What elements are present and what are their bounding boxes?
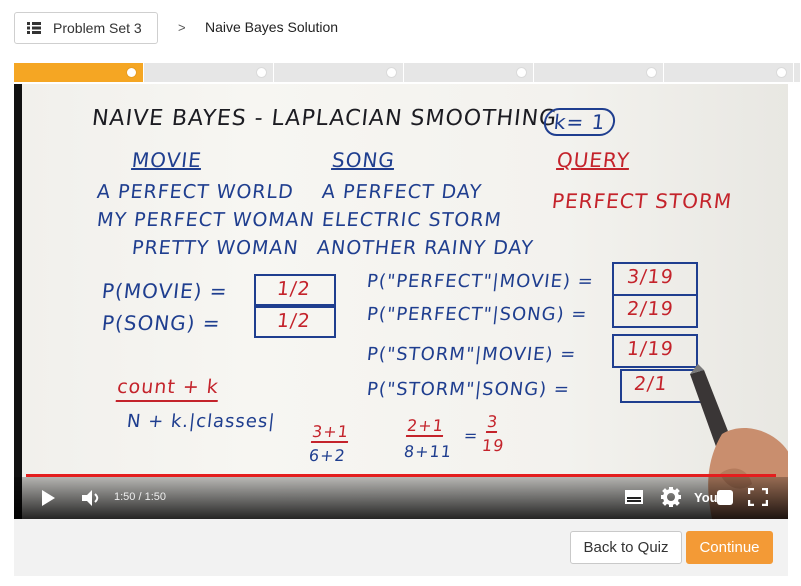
- board-calc1-num: 3+1: [310, 422, 350, 443]
- video-scrubber[interactable]: [26, 474, 776, 477]
- progress-segment-6[interactable]: [664, 63, 794, 82]
- whiteboard-frame: NAIVE BAYES - LAPLACIAN SMOOTHING k= 1 M…: [22, 84, 788, 519]
- board-col-song: SONG: [330, 148, 397, 172]
- svg-text:You: You: [694, 490, 718, 505]
- board-p4: P("STORM"|SONG) =: [365, 379, 572, 400]
- menu-label: Problem Set 3: [53, 20, 142, 36]
- board-movie-2: MY PERFECT WOMAN: [95, 209, 317, 231]
- fullscreen-icon[interactable]: [748, 488, 768, 506]
- board-calc2-num: 2+1: [405, 416, 445, 437]
- progress-segment-3[interactable]: [274, 63, 404, 82]
- settings-gear-icon[interactable]: [661, 487, 681, 507]
- board-song-3: ANOTHER RAINY DAY: [315, 237, 535, 259]
- continue-button[interactable]: Continue: [686, 531, 773, 564]
- board-p2-val: 2/19: [625, 298, 675, 320]
- progress-dot: [127, 68, 136, 77]
- board-calc2-den: 8+11: [403, 442, 453, 461]
- video-time: 1:50 / 1:50: [114, 491, 166, 503]
- board-calc2-res-num: 3: [485, 412, 500, 433]
- footer-bar: Back to Quiz Continue: [14, 519, 788, 576]
- captions-icon[interactable]: [625, 490, 643, 504]
- progress-segment-2[interactable]: [144, 63, 274, 82]
- board-p-movie-val: 1/2: [275, 278, 312, 300]
- problem-set-menu-button[interactable]: Problem Set 3: [14, 12, 158, 44]
- progress-dot: [387, 68, 396, 77]
- board-p-movie: P(MOVIE) =: [100, 279, 229, 303]
- board-p-song: P(SONG) =: [100, 311, 222, 335]
- page-title: Naive Bayes Solution: [205, 19, 339, 35]
- lesson-progress-bar: [14, 63, 800, 82]
- board-col-movie: MOVIE: [130, 148, 204, 172]
- board-col-query: QUERY: [555, 148, 632, 172]
- breadcrumb-separator: >: [178, 20, 186, 35]
- progress-dot: [257, 68, 266, 77]
- back-to-quiz-button[interactable]: Back to Quiz: [570, 531, 682, 564]
- progress-dot: [777, 68, 786, 77]
- progress-tail: [794, 63, 800, 82]
- board-calc2-eq: =: [463, 426, 480, 445]
- video-controls: 1:50 / 1:50 You: [14, 474, 788, 519]
- board-p1: P("PERFECT"|MOVIE) =: [365, 271, 595, 292]
- board-calc2-res-den: 19: [481, 436, 506, 455]
- progress-segment-4[interactable]: [404, 63, 534, 82]
- video-player[interactable]: NAIVE BAYES - LAPLACIAN SMOOTHING k= 1 M…: [14, 84, 788, 519]
- board-formula-num: count + k: [115, 376, 220, 402]
- list-icon: [27, 22, 41, 34]
- play-icon[interactable]: [40, 489, 56, 507]
- progress-dot: [517, 68, 526, 77]
- progress-segment-5[interactable]: [534, 63, 664, 82]
- board-p2: P("PERFECT"|SONG) =: [365, 304, 589, 325]
- board-song-1: A PERFECT DAY: [320, 181, 484, 203]
- board-p3: P("STORM"|MOVIE) =: [365, 344, 578, 365]
- progress-segment-1[interactable]: [14, 63, 144, 82]
- board-query-1: PERFECT STORM: [550, 189, 734, 213]
- board-movie-1: A PERFECT WORLD: [95, 181, 295, 203]
- board-calc1-den: 6+2: [308, 446, 347, 465]
- board-heading: NAIVE BAYES - LAPLACIAN SMOOTHING: [90, 106, 559, 131]
- board-p-song-val: 1/2: [275, 310, 312, 332]
- board-song-2: ELECTRIC STORM: [320, 209, 503, 231]
- board-p1-val: 3/19: [625, 266, 675, 288]
- board-movie-3: PRETTY WOMAN: [130, 237, 300, 259]
- progress-dot: [647, 68, 656, 77]
- youtube-logo-icon[interactable]: You: [694, 487, 734, 507]
- board-p3-val: 1/19: [625, 338, 675, 360]
- volume-icon[interactable]: [81, 489, 101, 507]
- board-formula-den: N + k.|classes|: [125, 411, 277, 432]
- board-k-label: k= 1: [542, 108, 617, 136]
